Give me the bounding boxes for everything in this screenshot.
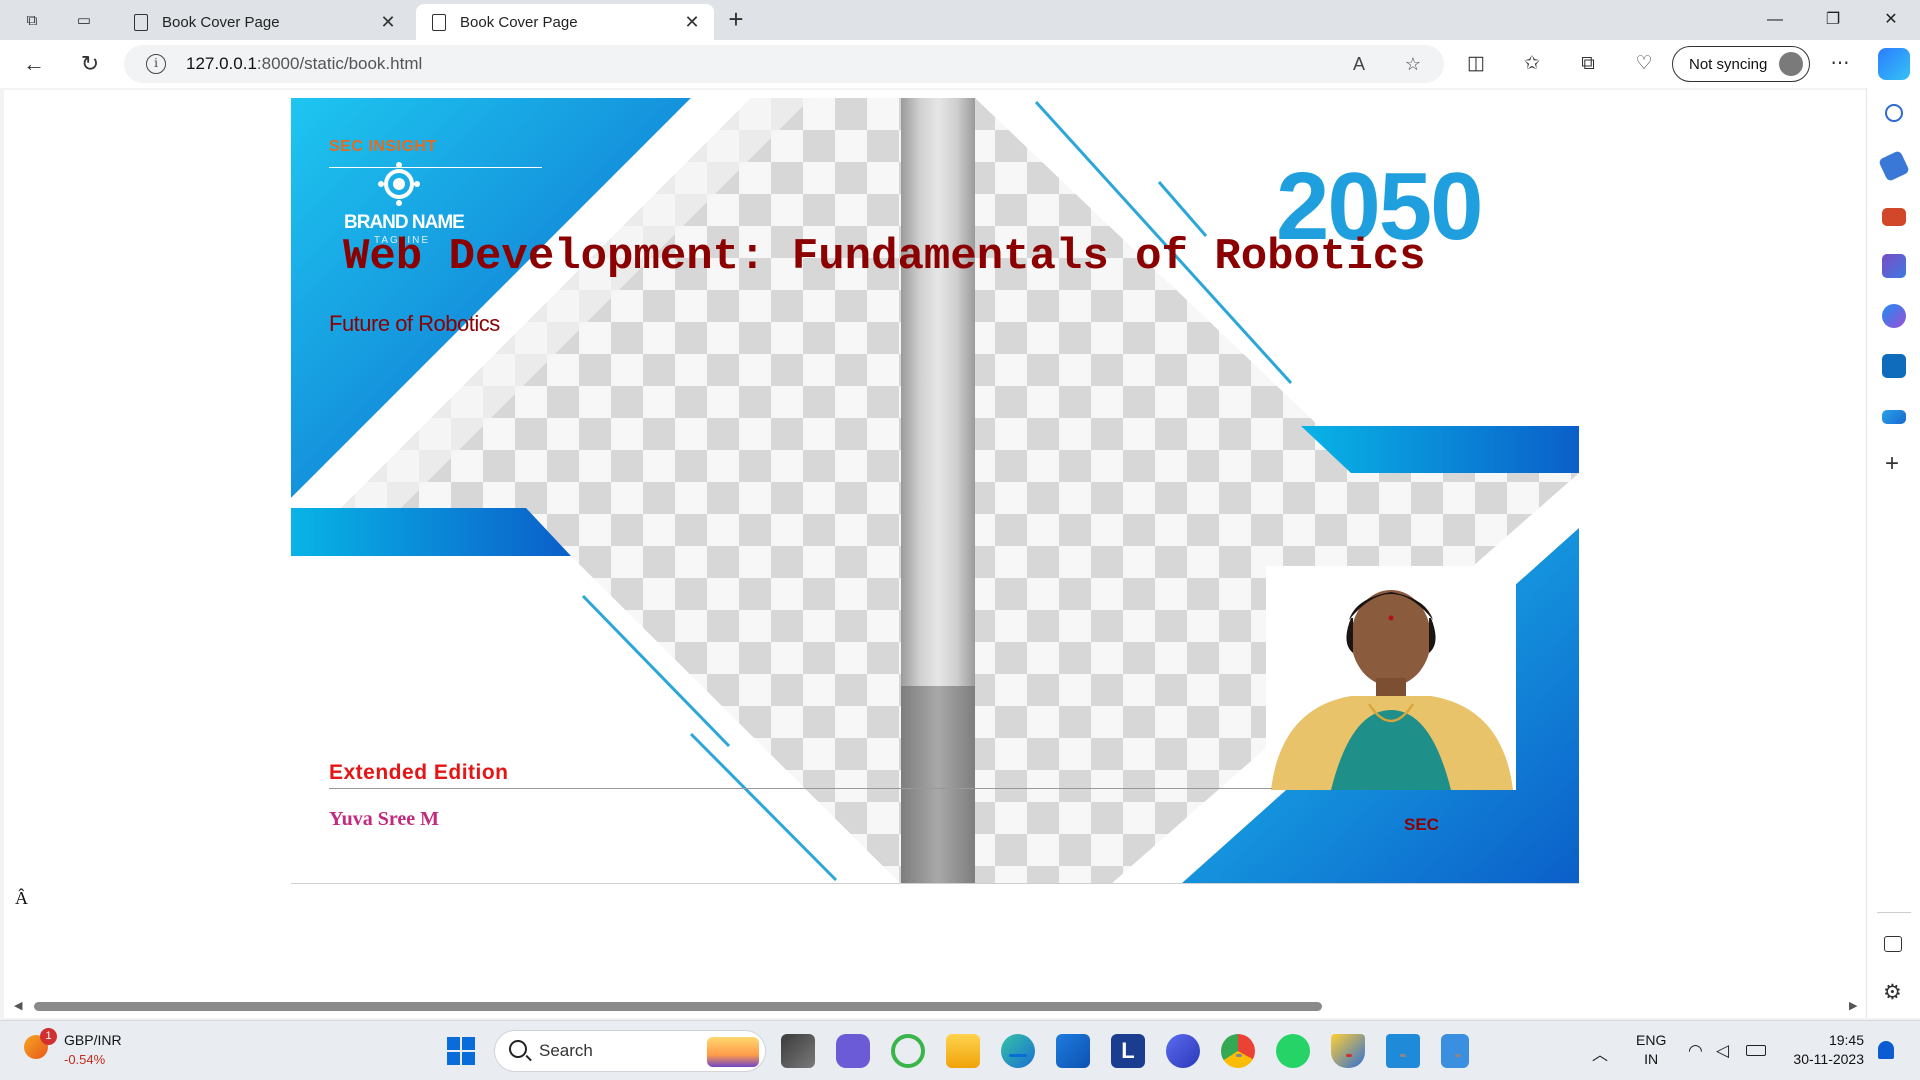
divider — [1877, 912, 1911, 913]
chrome-icon[interactable] — [1221, 1034, 1255, 1068]
clock-time: 19:45 — [1828, 1032, 1864, 1048]
taskbar: 1 GBP/INR -0.54% Search L ︿ ENG IN ◠ ◁ 1… — [0, 1020, 1920, 1080]
task-view-icon[interactable] — [781, 1034, 815, 1068]
ticker-name[interactable]: GBP/INR — [64, 1032, 122, 1048]
sync-label: Not syncing — [1689, 55, 1768, 73]
teams-chat-icon[interactable] — [836, 1034, 870, 1068]
brand-logo-icon — [378, 162, 420, 206]
collections-icon[interactable]: ⧉ — [1574, 50, 1602, 78]
refresh-app-icon[interactable] — [891, 1034, 925, 1068]
chevron-up-icon[interactable]: ︿ — [1592, 1041, 1608, 1065]
brand-name: BRAND NAME — [344, 212, 465, 233]
favorites-icon[interactable]: ✩ — [1518, 50, 1546, 78]
search-icon — [509, 1040, 527, 1058]
horizontal-scrollbar[interactable]: ◀ ▶ — [4, 996, 1866, 1016]
restore-button[interactable]: ❐ — [1810, 6, 1856, 34]
copilot-icon[interactable] — [1878, 48, 1910, 80]
security-shield-icon[interactable] — [1331, 1034, 1365, 1068]
running-app-indicator — [1346, 1054, 1352, 1057]
send-icon[interactable] — [1882, 410, 1906, 424]
site-info-icon[interactable]: i — [146, 54, 166, 74]
running-app-indicator — [1455, 1054, 1461, 1057]
navigation-bar: ← ↻ i 127.0.0.1:8000/static/book.html A … — [0, 40, 1920, 88]
tab-label: Book Cover Page — [162, 13, 280, 31]
divider — [329, 167, 542, 168]
running-app-indicator — [1236, 1054, 1242, 1057]
games-icon[interactable] — [1882, 254, 1906, 278]
tab-actions-icon[interactable]: ▭ — [72, 8, 96, 32]
windows-start-icon[interactable] — [447, 1037, 477, 1067]
tab-book-cover-1[interactable]: Book Cover Page ✕ — [118, 4, 410, 40]
search-highlight-image — [707, 1037, 759, 1067]
search-icon[interactable] — [1885, 104, 1903, 122]
microsoft-store-icon[interactable] — [1056, 1034, 1090, 1068]
address-bar[interactable]: i 127.0.0.1:8000/static/book.html A ☆ — [124, 45, 1444, 83]
read-aloud-icon[interactable]: A — [1346, 51, 1372, 77]
more-menu-icon[interactable]: ⋯ — [1826, 50, 1854, 78]
notification-badge: 1 — [40, 1028, 57, 1045]
outlook-icon[interactable] — [1882, 354, 1906, 378]
stray-character: Â — [15, 888, 28, 908]
new-tab-button[interactable]: + — [722, 6, 750, 34]
edge-sidebar: + ⚙ — [1866, 88, 1920, 1018]
edition-label: Extended Edition — [329, 761, 509, 784]
page-icon — [432, 13, 446, 31]
notification-bell-icon[interactable] — [1878, 1041, 1894, 1059]
url-text[interactable]: 127.0.0.1:8000/static/book.html — [186, 54, 422, 74]
language-indicator[interactable]: ENG IN — [1636, 1031, 1666, 1069]
minimize-button[interactable]: — — [1752, 6, 1798, 34]
author-photo — [1266, 566, 1516, 790]
tab-strip: ⧉ ▭ Book Cover Page ✕ Book Cover Page ✕ … — [0, 0, 1920, 40]
scrollbar-thumb[interactable] — [34, 1002, 1322, 1011]
split-screen-icon[interactable]: ◫ — [1462, 50, 1490, 78]
close-window-button[interactable]: ✕ — [1868, 6, 1914, 34]
whatsapp-icon[interactable] — [1276, 1034, 1310, 1068]
book-subtitle: Future of Robotics — [329, 311, 500, 336]
ticker-value[interactable]: -0.54% — [64, 1052, 105, 1067]
reload-button[interactable]: ↻ — [74, 48, 106, 80]
close-icon[interactable]: ✕ — [378, 12, 398, 33]
search-placeholder: Search — [539, 1041, 593, 1060]
language-code: ENG — [1636, 1032, 1667, 1048]
close-icon[interactable]: ✕ — [682, 12, 702, 33]
page-icon — [134, 13, 148, 31]
battery-icon[interactable] — [1746, 1045, 1766, 1056]
volume-icon[interactable]: ◁ — [1716, 1041, 1729, 1061]
clock-date: 30-11-2023 — [1793, 1051, 1864, 1067]
notepad-icon[interactable] — [1441, 1034, 1469, 1068]
back-button[interactable]: ← — [18, 48, 50, 80]
microsoft365-icon[interactable] — [1882, 304, 1906, 328]
tab-label: Book Cover Page — [460, 13, 578, 31]
l-app-icon[interactable]: L — [1111, 1034, 1145, 1068]
sec-insight-label: SEC INSIGHT — [329, 138, 437, 155]
wifi-icon[interactable]: ◠ — [1688, 1041, 1703, 1061]
divider — [329, 788, 1272, 789]
tools-icon[interactable] — [1882, 208, 1906, 226]
book-title: Web Development: Fundamentals of Robotic… — [343, 232, 1426, 282]
shopping-tag-icon[interactable] — [1878, 150, 1910, 182]
active-app-indicator — [1009, 1054, 1027, 1057]
favorite-star-icon[interactable]: ☆ — [1400, 51, 1426, 77]
arc-app-icon[interactable] — [1166, 1034, 1200, 1068]
running-app-indicator — [1400, 1054, 1406, 1057]
vscode-icon[interactable] — [1386, 1034, 1420, 1068]
edge-browser-icon[interactable] — [1001, 1034, 1035, 1068]
book-cover: SEC INSIGHT BRAND NAME TAGLINE 2050 Web … — [291, 98, 1579, 884]
file-explorer-icon[interactable] — [946, 1034, 980, 1068]
workspaces-icon[interactable]: ⧉ — [20, 8, 44, 32]
author-name: Yuva Sree M — [329, 808, 439, 830]
profile-sync-button[interactable]: Not syncing — [1672, 46, 1810, 82]
add-icon[interactable]: + — [1885, 450, 1899, 478]
settings-gear-icon[interactable]: ⚙ — [1883, 980, 1902, 1005]
system-clock[interactable]: 19:45 30-11-2023 — [1788, 1031, 1864, 1069]
tab-book-cover-2[interactable]: Book Cover Page ✕ — [416, 4, 714, 40]
browser-essentials-icon[interactable]: ♡ — [1630, 50, 1658, 78]
region-code: IN — [1644, 1051, 1659, 1067]
taskbar-search[interactable]: Search — [494, 1030, 766, 1072]
sidebar-toggle-icon[interactable] — [1884, 936, 1902, 952]
institution-label: SEC — [1404, 815, 1439, 834]
scroll-right-icon[interactable]: ▶ — [1849, 999, 1857, 1012]
avatar — [1779, 52, 1803, 76]
scroll-left-icon[interactable]: ◀ — [14, 999, 22, 1012]
